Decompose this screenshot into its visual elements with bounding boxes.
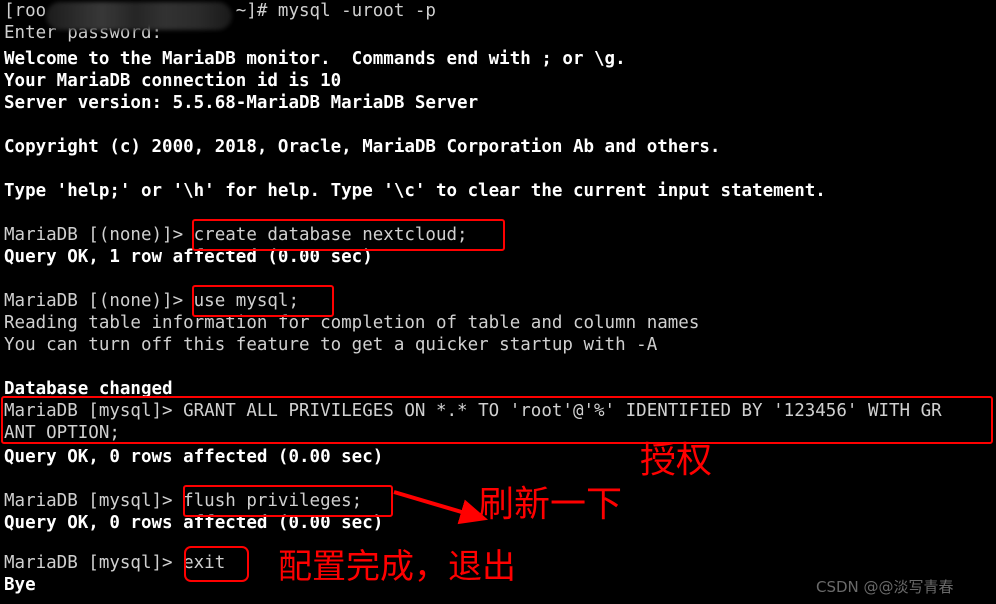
terminal-line-reading-tables: Reading table information for completion…: [4, 313, 700, 333]
annotation-grant-label: 授权: [640, 440, 713, 481]
redacted-hostname-block: [46, 2, 232, 30]
csdn-watermark: CSDN @@淡写青春: [816, 578, 954, 596]
terminal-line-create-database: MariaDB [(none)]> create database nextcl…: [4, 225, 468, 245]
terminal-line-exit: MariaDB [mysql]> exit: [4, 553, 226, 573]
terminal-line-query-ok-grant: Query OK, 0 rows affected (0.00 sec): [4, 447, 384, 467]
terminal-line-flush-privileges: MariaDB [mysql]> flush privileges;: [4, 491, 363, 511]
terminal-line-connection-id: Your MariaDB connection id is 10: [4, 71, 342, 91]
terminal-line-query-ok-1row: Query OK, 1 row affected (0.00 sec): [4, 247, 373, 267]
terminal-line-use-mysql: MariaDB [(none)]> use mysql;: [4, 291, 300, 311]
terminal-screenshot: [roo ~]# mysql -uroot -p Enter password:…: [0, 0, 996, 604]
annotation-flush-label: 刷新一下: [478, 484, 623, 525]
terminal-line-turn-off-feature: You can turn off this feature to get a q…: [4, 335, 658, 355]
terminal-line-bye: Bye: [4, 575, 36, 595]
annotation-exit-label: 配置完成，退出: [278, 547, 516, 587]
terminal-line-query-ok-flush: Query OK, 0 rows affected (0.00 sec): [4, 513, 384, 533]
terminal-line-server-version: Server version: 5.5.68-MariaDB MariaDB S…: [4, 93, 479, 113]
terminal-line-database-changed: Database changed: [4, 379, 173, 399]
terminal-line-copyright: Copyright (c) 2000, 2018, Oracle, MariaD…: [4, 137, 721, 157]
terminal-line-grant-part2: ANT OPTION;: [4, 423, 120, 443]
terminal-line-welcome: Welcome to the MariaDB monitor. Commands…: [4, 49, 626, 69]
terminal-line-type-help: Type 'help;' or '\h' for help. Type '\c'…: [4, 181, 826, 201]
terminal-line-grant-part1: MariaDB [mysql]> GRANT ALL PRIVILEGES ON…: [4, 401, 942, 421]
